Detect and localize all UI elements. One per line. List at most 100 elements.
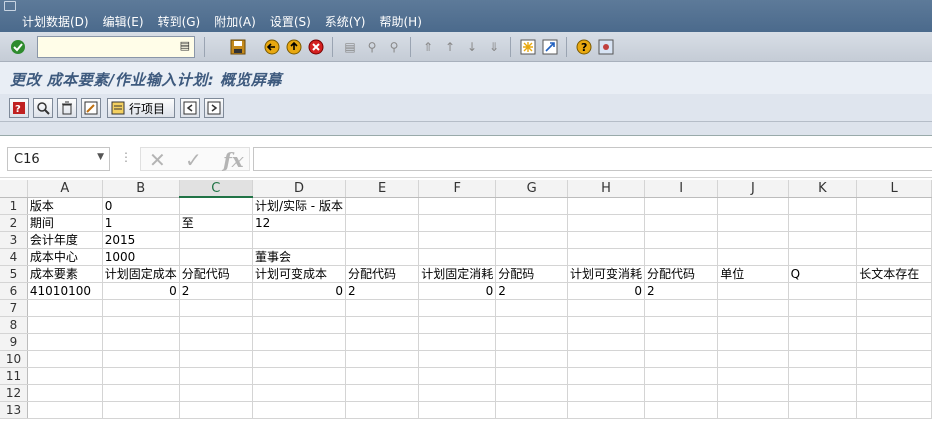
cell[interactable] bbox=[495, 401, 569, 419]
cell[interactable] bbox=[418, 197, 497, 215]
cell[interactable] bbox=[567, 384, 646, 402]
cell[interactable] bbox=[345, 333, 420, 351]
cell[interactable] bbox=[27, 316, 103, 334]
cell[interactable]: 2 bbox=[179, 282, 253, 300]
cell[interactable] bbox=[856, 299, 932, 317]
cell[interactable] bbox=[102, 350, 180, 368]
cell[interactable] bbox=[788, 367, 858, 385]
cell[interactable]: 至 bbox=[179, 214, 253, 232]
cell[interactable] bbox=[27, 401, 103, 419]
cell[interactable] bbox=[179, 248, 253, 266]
confirm-formula-icon[interactable]: ✓ bbox=[185, 148, 202, 172]
cell[interactable] bbox=[345, 401, 420, 419]
cell[interactable] bbox=[252, 350, 346, 368]
cell[interactable] bbox=[567, 316, 646, 334]
cell[interactable] bbox=[717, 333, 789, 351]
cell[interactable] bbox=[345, 197, 420, 215]
column-header[interactable]: K bbox=[788, 180, 858, 198]
cell[interactable]: 2 bbox=[345, 282, 420, 300]
cell[interactable] bbox=[27, 350, 103, 368]
cell[interactable] bbox=[717, 248, 789, 266]
find-next-icon[interactable]: ⚲ bbox=[384, 37, 404, 57]
first-page-icon[interactable]: ⇑ bbox=[418, 37, 438, 57]
cell[interactable] bbox=[856, 350, 932, 368]
cell[interactable]: 2015 bbox=[102, 231, 180, 249]
row-header[interactable]: 11 bbox=[0, 367, 28, 385]
cell[interactable] bbox=[717, 401, 789, 419]
previous-page-icon[interactable]: ↑ bbox=[440, 37, 460, 57]
menu-item[interactable]: 设置(S) bbox=[270, 13, 311, 30]
cell[interactable] bbox=[495, 231, 569, 249]
cell[interactable] bbox=[345, 316, 420, 334]
cell[interactable] bbox=[418, 299, 497, 317]
cell[interactable] bbox=[567, 214, 646, 232]
cell[interactable]: 计划可变成本 bbox=[252, 265, 346, 283]
column-header[interactable]: B bbox=[102, 180, 180, 198]
cell[interactable] bbox=[644, 384, 719, 402]
row-header[interactable]: 3 bbox=[0, 231, 28, 249]
row-header[interactable]: 9 bbox=[0, 333, 28, 351]
cell[interactable] bbox=[252, 384, 346, 402]
column-header[interactable]: C bbox=[179, 180, 253, 198]
cell[interactable]: 0 bbox=[102, 197, 180, 215]
cell[interactable] bbox=[788, 231, 858, 249]
cell[interactable] bbox=[717, 282, 789, 300]
menu-item[interactable]: 系统(Y) bbox=[325, 13, 366, 30]
cell[interactable] bbox=[856, 214, 932, 232]
row-header[interactable]: 4 bbox=[0, 248, 28, 266]
cell[interactable] bbox=[788, 282, 858, 300]
cell[interactable] bbox=[788, 214, 858, 232]
formula-input[interactable] bbox=[253, 147, 932, 171]
cell[interactable] bbox=[644, 333, 719, 351]
column-header[interactable]: G bbox=[495, 180, 569, 198]
cell[interactable] bbox=[644, 316, 719, 334]
cell[interactable] bbox=[495, 350, 569, 368]
cell[interactable] bbox=[856, 384, 932, 402]
cell[interactable]: 版本 bbox=[27, 197, 103, 215]
cell[interactable]: 计划/实际 - 版本 bbox=[252, 197, 346, 215]
cell[interactable] bbox=[644, 350, 719, 368]
system-menu-icon[interactable] bbox=[4, 1, 16, 11]
cell[interactable]: 成本要素 bbox=[27, 265, 103, 283]
cell[interactable] bbox=[418, 401, 497, 419]
cell[interactable]: 2 bbox=[495, 282, 569, 300]
cell[interactable] bbox=[644, 197, 719, 215]
cell[interactable] bbox=[788, 401, 858, 419]
cell[interactable]: 期间 bbox=[27, 214, 103, 232]
cell[interactable] bbox=[418, 350, 497, 368]
column-header[interactable]: H bbox=[567, 180, 646, 198]
cell[interactable] bbox=[644, 401, 719, 419]
change-icon[interactable] bbox=[81, 98, 101, 118]
cell[interactable] bbox=[644, 231, 719, 249]
cell[interactable] bbox=[788, 299, 858, 317]
cell[interactable] bbox=[179, 350, 253, 368]
cancel-formula-icon[interactable]: ✕ bbox=[149, 148, 166, 172]
row-header[interactable]: 13 bbox=[0, 401, 28, 419]
cell[interactable] bbox=[644, 367, 719, 385]
cell[interactable] bbox=[495, 367, 569, 385]
row-header[interactable]: 5 bbox=[0, 265, 28, 283]
enter-icon[interactable] bbox=[8, 37, 28, 57]
row-header[interactable]: 10 bbox=[0, 350, 28, 368]
cell[interactable] bbox=[345, 214, 420, 232]
cell[interactable] bbox=[252, 367, 346, 385]
cell[interactable] bbox=[717, 214, 789, 232]
cell[interactable] bbox=[567, 350, 646, 368]
cell[interactable] bbox=[495, 316, 569, 334]
cell[interactable] bbox=[717, 384, 789, 402]
cell[interactable] bbox=[567, 367, 646, 385]
cell[interactable]: Q bbox=[788, 265, 858, 283]
cell[interactable] bbox=[179, 197, 253, 215]
previous-object-icon[interactable] bbox=[180, 98, 200, 118]
cell[interactable] bbox=[418, 384, 497, 402]
cell[interactable]: 1 bbox=[102, 214, 180, 232]
delete-icon[interactable] bbox=[57, 98, 77, 118]
cell[interactable] bbox=[179, 231, 253, 249]
insert-function-icon[interactable]: fx bbox=[223, 148, 244, 172]
column-header[interactable]: A bbox=[27, 180, 103, 198]
menu-item[interactable]: 帮助(H) bbox=[380, 13, 422, 30]
cell[interactable] bbox=[567, 299, 646, 317]
cell[interactable]: 2 bbox=[644, 282, 719, 300]
cell[interactable] bbox=[102, 384, 180, 402]
column-header[interactable]: E bbox=[345, 180, 420, 198]
